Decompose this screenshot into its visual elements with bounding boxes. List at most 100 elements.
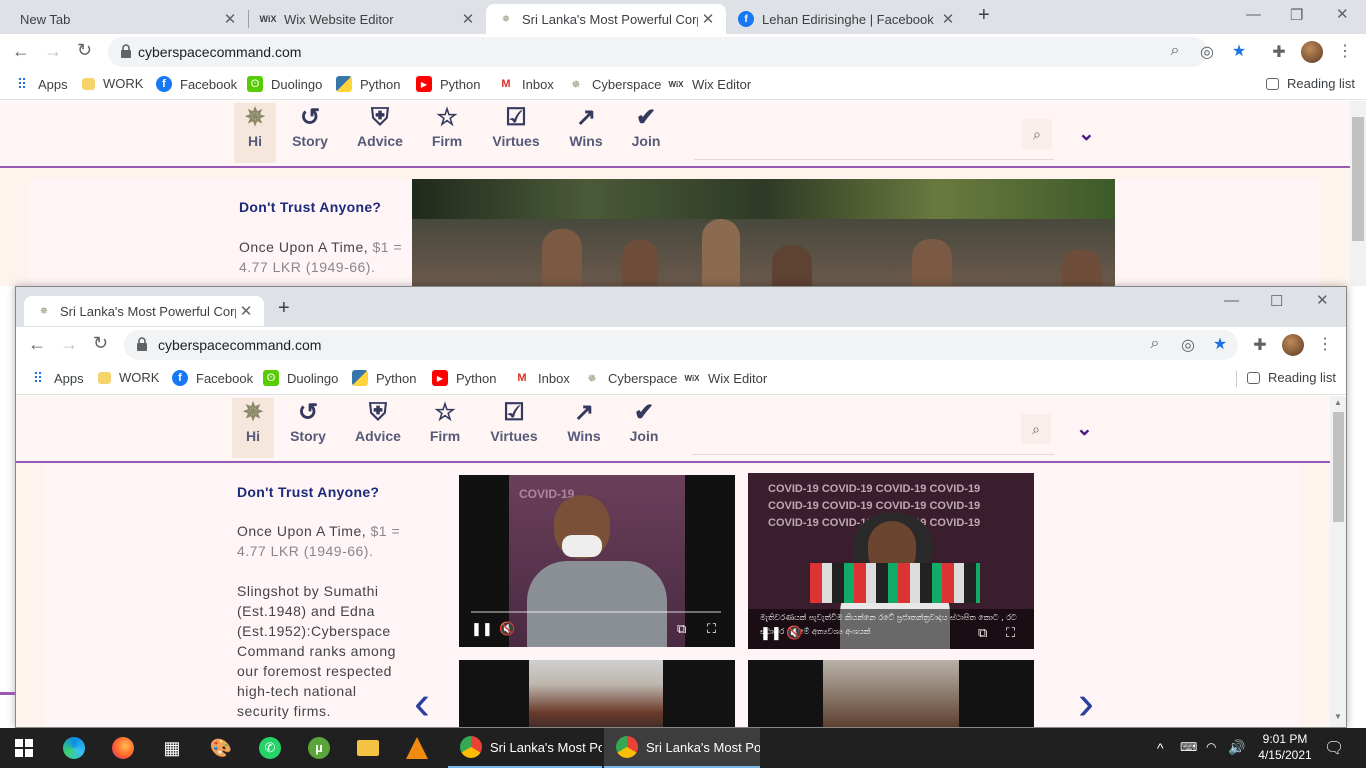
close-icon[interactable]: ✕	[220, 10, 240, 28]
pause-icon[interactable]: ❚❚	[760, 625, 782, 641]
bookmark-work[interactable]: WORK	[98, 370, 159, 385]
pause-icon[interactable]: ❚❚	[471, 621, 493, 637]
bookmark-apps[interactable]: ⠿ Apps	[30, 370, 84, 386]
bookmark-star-icon[interactable]: ★	[1228, 41, 1250, 61]
back-scrollbar[interactable]	[1350, 101, 1366, 286]
pip-icon[interactable]: ⧉	[677, 621, 686, 637]
minimize-button[interactable]: —	[1246, 6, 1261, 23]
back-arrow-icon[interactable]: ←	[28, 334, 46, 355]
bookmark-python[interactable]: Python	[336, 76, 400, 92]
bookmark-apps[interactable]: ⠿ Apps	[14, 76, 68, 92]
wifi-icon[interactable]: ◠	[1206, 740, 1216, 754]
close-icon[interactable]: ✕	[938, 10, 958, 28]
close-window-button[interactable]: ✕	[1316, 291, 1329, 309]
front-scrollbar[interactable]: ▲ ▼	[1330, 396, 1346, 727]
firefox-icon[interactable]	[109, 734, 137, 762]
paint-icon[interactable]: 🎨	[207, 734, 235, 762]
bookmark-work[interactable]: WORK	[82, 76, 143, 91]
eye-off-icon[interactable]: ◎	[1177, 335, 1199, 355]
close-icon[interactable]: ✕	[236, 302, 256, 320]
scroll-up-icon[interactable]: ▲	[1334, 398, 1342, 407]
file-explorer-icon[interactable]	[354, 734, 382, 762]
scrollbar-thumb[interactable]	[1333, 412, 1344, 522]
reload-icon[interactable]: ↻	[77, 40, 92, 61]
video-player-1[interactable]: COVID-19 ❚❚ 🔇 ⧉ ⛶	[459, 475, 735, 647]
nav-virtues[interactable]: ☑ Virtues	[486, 398, 542, 458]
bookmark-cyberspace[interactable]: ✵ Cyberspace	[568, 76, 661, 92]
extensions-icon[interactable]: ✚	[1249, 335, 1271, 355]
mute-icon[interactable]: 🔇	[499, 621, 515, 637]
nav-story[interactable]: ↺ Story	[288, 103, 332, 163]
address-bar[interactable]: cyberspacecommand.com ⌕ ◎ ★	[108, 37, 1246, 67]
carousel-prev-arrow[interactable]: ‹	[414, 676, 430, 727]
nav-hi[interactable]: ✵ Hi	[234, 103, 276, 163]
new-tab-button[interactable]: +	[978, 4, 990, 27]
nav-join[interactable]: ✔ Join	[624, 398, 664, 458]
forward-arrow-icon[interactable]: →	[60, 334, 78, 355]
menu-kebab-icon[interactable]: ⋮	[1314, 334, 1336, 354]
tab-wix-editor[interactable]: WiX Wix Website Editor ✕	[248, 4, 486, 34]
bookmark-python-youtube[interactable]: ▶ Python	[432, 370, 496, 386]
tab-new-tab[interactable]: New Tab ✕	[8, 4, 248, 34]
nav-hi[interactable]: ✵ Hi	[232, 398, 274, 458]
bookmark-facebook[interactable]: f Facebook	[172, 370, 253, 386]
bookmark-python[interactable]: Python	[352, 370, 416, 386]
whatsapp-icon[interactable]: ✆	[256, 734, 284, 762]
extensions-icon[interactable]: ✚	[1268, 42, 1290, 62]
avatar[interactable]	[1301, 41, 1323, 63]
search-icon[interactable]: ⌕	[1022, 119, 1052, 149]
utorrent-icon[interactable]: µ	[305, 734, 333, 762]
forward-arrow-icon[interactable]: →	[44, 41, 62, 62]
taskbar-chrome-window-1[interactable]: Sri Lanka's Most Po...	[448, 728, 602, 768]
reading-list-button[interactable]: Reading list	[1266, 76, 1355, 91]
chevron-up-icon[interactable]: ^	[1157, 740, 1164, 756]
edge-icon[interactable]	[60, 734, 88, 762]
back-arrow-icon[interactable]: ←	[12, 41, 30, 62]
scroll-down-icon[interactable]: ▼	[1334, 712, 1342, 721]
video-player-3[interactable]	[459, 660, 735, 727]
nav-wins[interactable]: ↗ Wins	[562, 398, 606, 458]
bookmark-star-icon[interactable]: ★	[1209, 334, 1231, 354]
fullscreen-icon[interactable]: ⛶	[707, 621, 716, 637]
scrollbar-thumb[interactable]	[1352, 117, 1364, 241]
chevron-down-icon[interactable]: ⌄	[1078, 121, 1095, 146]
progress-bar[interactable]	[471, 611, 721, 613]
pip-icon[interactable]: ⧉	[978, 625, 987, 641]
search-icon[interactable]: ⌕	[1021, 414, 1051, 444]
clock[interactable]: 9:01 PM 4/15/2021	[1250, 731, 1320, 763]
nav-virtues[interactable]: ☑ Virtues	[488, 103, 544, 163]
tab-cyberspace-active[interactable]: ✵ Sri Lanka's Most Powerful Corpo ✕	[486, 4, 726, 34]
nav-join[interactable]: ✔ Join	[626, 103, 666, 163]
close-icon[interactable]: ✕	[698, 10, 718, 28]
mute-icon[interactable]: 🔇	[786, 625, 802, 641]
bookmark-duolingo[interactable]: ʘ Duolingo	[263, 370, 338, 386]
tab-facebook[interactable]: f Lehan Edirisinghe | Facebook ✕	[726, 4, 966, 34]
zoom-icon[interactable]: ⌕	[1164, 42, 1186, 60]
address-bar[interactable]: cyberspacecommand.com ⌕ ◎ ★	[124, 330, 1238, 360]
nav-wins[interactable]: ↗ Wins	[564, 103, 608, 163]
video-player-2[interactable]: COVID-19 COVID-19 COVID-19 COVID-19 COVI…	[748, 473, 1034, 649]
nav-story[interactable]: ↺ Story	[286, 398, 330, 458]
bookmark-wix-editor[interactable]: WiX Wix Editor	[684, 370, 767, 386]
nav-advice[interactable]: ⛨ Advice	[350, 398, 406, 458]
vlc-icon[interactable]	[403, 734, 431, 762]
close-window-button[interactable]: ✕	[1336, 5, 1349, 23]
chevron-down-icon[interactable]: ⌄	[1076, 416, 1093, 441]
notification-icon[interactable]: 🗨	[1324, 738, 1344, 758]
menu-kebab-icon[interactable]: ⋮	[1334, 41, 1356, 61]
bookmark-inbox[interactable]: M Inbox	[514, 370, 569, 386]
bookmark-cyberspace[interactable]: ✵ Cyberspace	[584, 370, 677, 386]
taskbar-chrome-window-2[interactable]: Sri Lanka's Most Po...	[604, 728, 760, 768]
maximize-button[interactable]: ❐	[1290, 6, 1303, 24]
minimize-button[interactable]: —	[1224, 292, 1239, 309]
bookmark-facebook[interactable]: f Facebook	[156, 76, 237, 92]
carousel-next-arrow[interactable]: ›	[1078, 676, 1094, 727]
bookmark-inbox[interactable]: M Inbox	[498, 76, 553, 92]
bookmark-wix-editor[interactable]: WiX Wix Editor	[668, 76, 751, 92]
input-method-icon[interactable]: ⌨	[1180, 740, 1197, 754]
reload-icon[interactable]: ↻	[93, 333, 108, 354]
close-icon[interactable]: ✕	[458, 10, 478, 28]
avatar[interactable]	[1282, 334, 1304, 356]
nav-firm[interactable]: ☆ Firm	[424, 398, 466, 458]
fullscreen-icon[interactable]: ⛶	[1006, 625, 1015, 641]
